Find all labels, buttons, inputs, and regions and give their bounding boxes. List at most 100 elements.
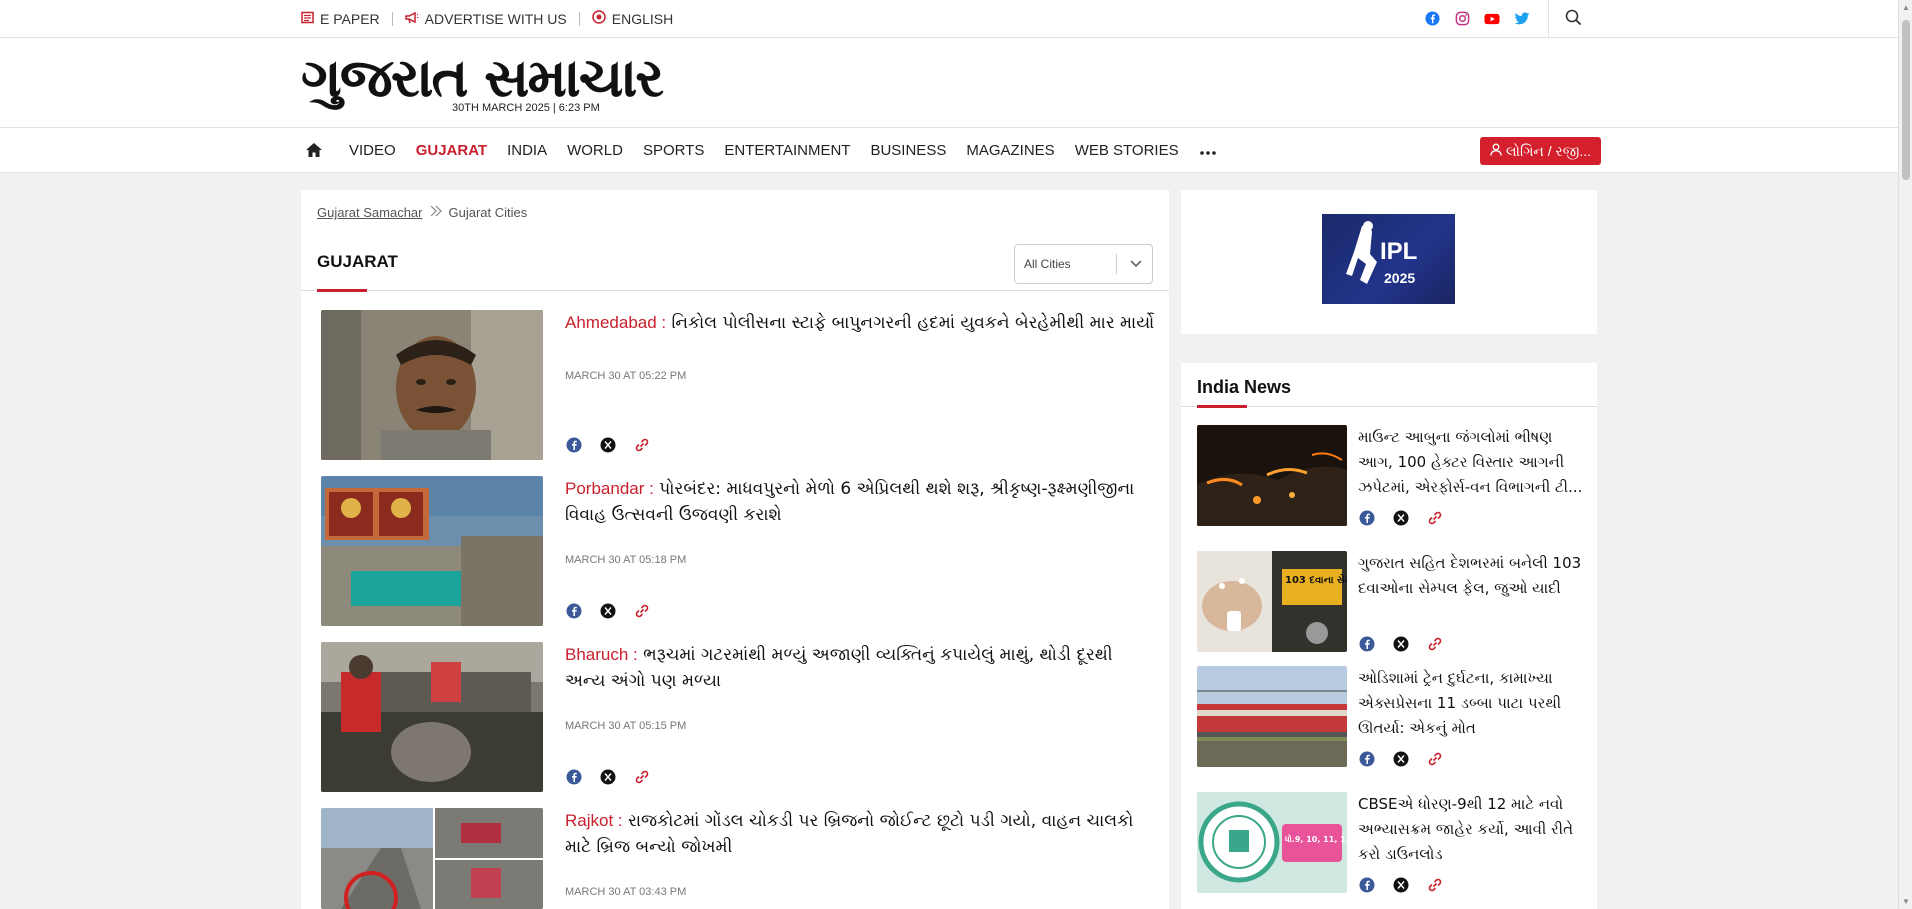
side-news-thumbnail[interactable] [1197, 666, 1347, 767]
ipl-logo[interactable]: IPL 2025 [1322, 214, 1455, 304]
link-share-icon[interactable] [1426, 509, 1444, 527]
link-share-icon[interactable] [1426, 876, 1444, 894]
epaper-label: E PAPER [320, 10, 380, 27]
facebook-icon[interactable] [1424, 11, 1440, 27]
scroll-up-arrow-icon[interactable]: ▲ [1902, 3, 1910, 12]
twitter-icon[interactable] [1514, 11, 1530, 27]
x-share-icon[interactable] [599, 436, 617, 454]
scrollbar-thumb[interactable] [1902, 20, 1910, 180]
advertise-label: ADVERTISE WITH US [424, 10, 567, 27]
ipl-text: IPL [1380, 238, 1418, 265]
share-bar [1358, 509, 1444, 527]
article-thumbnail[interactable] [321, 476, 543, 626]
chevron-down-icon [1129, 255, 1143, 276]
site-header: ગુજરાત સમાચાર 30TH MARCH 2025 | 6:23 PM [0, 38, 1898, 128]
user-icon [1490, 143, 1502, 159]
side-news-item: માઉન્ટ આબુના જંગલોમાં ભીષણ આગ, 100 હેક્ટ… [1197, 425, 1582, 526]
more-menu-icon[interactable] [1199, 140, 1217, 161]
x-share-icon[interactable] [1392, 750, 1410, 768]
article-city: Ahmedabad : [565, 313, 667, 332]
facebook-share-icon[interactable] [565, 768, 583, 786]
home-icon[interactable] [305, 142, 323, 158]
article-title[interactable]: Ahmedabad : નિકોલ પોલીસના સ્ટાફે બાપુનગર… [565, 310, 1155, 336]
article-thumbnail[interactable] [321, 642, 543, 792]
nav-item-magazines[interactable]: MAGAZINES [966, 142, 1054, 159]
side-news-title[interactable]: ઓડિશામાં ટ્રેન દુર્ઘટના, કામાખ્યા એક્સપ્… [1358, 666, 1588, 741]
divider [578, 11, 580, 26]
divider [301, 290, 1169, 291]
search-icon[interactable] [1565, 9, 1582, 31]
main-nav: VIDEO GUJARAT INDIA WORLD SPORTS ENTERTA… [0, 128, 1898, 173]
link-share-icon[interactable] [1426, 635, 1444, 653]
x-share-icon[interactable] [599, 602, 617, 620]
article-city: Rajkot : [565, 811, 623, 830]
facebook-share-icon[interactable] [1358, 509, 1376, 527]
side-news-thumbnail[interactable]: 103 દવાના સેમ્પલ ફેલ [1197, 551, 1347, 652]
article-headline: રાજકોટમાં ગોંડલ ચોકડી પર બ્રિજનો જોઈન્ટ … [565, 811, 1134, 857]
x-share-icon[interactable] [1392, 876, 1410, 894]
advertise-link[interactable]: ADVERTISE WITH US [404, 10, 567, 27]
share-bar [565, 602, 651, 620]
side-news-title[interactable]: ગુજરાત સહિત દેશભરમાં બનેલી 103 દવાઓના સે… [1358, 551, 1588, 601]
article-thumbnail[interactable] [321, 808, 543, 909]
megaphone-icon [404, 11, 419, 27]
nav-item-gujarat[interactable]: GUJARAT [416, 142, 487, 159]
page-scrollbar[interactable]: ▲ ▼ [1898, 0, 1912, 909]
article-title[interactable]: Porbandar : પોરબંદર: માધવપુરનો મેળો 6 એપ… [565, 476, 1155, 528]
nav-item-business[interactable]: BUSINESS [870, 142, 946, 159]
english-label: ENGLISH [611, 10, 674, 27]
breadcrumb: Gujarat Samachar Gujarat Cities [317, 205, 527, 220]
link-share-icon[interactable] [633, 436, 651, 454]
nav-item-web-stories[interactable]: WEB STORIES [1075, 142, 1179, 159]
link-share-icon[interactable] [633, 602, 651, 620]
x-share-icon[interactable] [599, 768, 617, 786]
side-news-thumbnail[interactable] [1197, 425, 1347, 526]
nav-item-india[interactable]: INDIA [507, 142, 547, 159]
instagram-icon[interactable] [1454, 11, 1470, 27]
facebook-share-icon[interactable] [1358, 876, 1376, 894]
youtube-icon[interactable] [1484, 11, 1500, 27]
side-news-thumbnail[interactable]: ધો.9, 10, 11, 12 માટે નવો અભ્યાસક્રમ જાહ… [1197, 792, 1347, 893]
article-title[interactable]: Rajkot : રાજકોટમાં ગોંડલ ચોકડી પર બ્રિજન… [565, 808, 1155, 860]
article-headline: ભરૂચમાં ગટરમાંથી મળ્યું અજાણી વ્યક્તિનું… [565, 645, 1113, 691]
nav-item-world[interactable]: WORLD [567, 142, 623, 159]
india-news-title[interactable]: India News [1197, 377, 1291, 398]
x-share-icon[interactable] [1392, 635, 1410, 653]
dateline: 30TH MARCH 2025 | 6:23 PM [452, 102, 600, 114]
side-news-title[interactable]: માઉન્ટ આબુના જંગલોમાં ભીષણ આગ, 100 હેક્ટ… [1358, 425, 1588, 500]
facebook-share-icon[interactable] [1358, 635, 1376, 653]
title-underline [317, 289, 367, 292]
side-news-item: 103 દવાના સેમ્પલ ફેલ ગુજરાત સહિત દેશભરમા… [1197, 551, 1582, 652]
nav-item-entertainment[interactable]: ENTERTAINMENT [724, 142, 850, 159]
title-underline [1197, 405, 1247, 408]
nav-item-video[interactable]: VIDEO [349, 142, 396, 159]
article-item: Bharuch : ભરૂચમાં ગટરમાંથી મળ્યું અજાણી … [321, 642, 1153, 794]
ipl-banner-box: IPL 2025 [1181, 190, 1597, 334]
article-date: MARCH 30 AT 03:43 PM [565, 886, 687, 898]
share-bar [1358, 750, 1444, 768]
share-bar [1358, 635, 1444, 653]
article-date: MARCH 30 AT 05:18 PM [565, 554, 687, 566]
english-link[interactable]: ENGLISH [592, 10, 673, 27]
epaper-link[interactable]: E PAPER [301, 11, 380, 27]
city-select-value: All Cities [1024, 257, 1071, 271]
article-title[interactable]: Bharuch : ભરૂચમાં ગટરમાંથી મળ્યું અજાણી … [565, 642, 1155, 694]
article-headline: નિકોલ પોલીસના સ્ટાફે બાપુનગરની હદમાં યુવ… [671, 313, 1155, 333]
city-select[interactable]: All Cities [1014, 244, 1153, 284]
link-share-icon[interactable] [1426, 750, 1444, 768]
link-share-icon[interactable] [633, 768, 651, 786]
article-thumbnail[interactable] [321, 310, 543, 460]
scroll-down-arrow-icon[interactable]: ▼ [1902, 897, 1910, 906]
share-bar [565, 768, 651, 786]
nav-item-sports[interactable]: SPORTS [643, 142, 704, 159]
x-share-icon[interactable] [1392, 509, 1410, 527]
breadcrumb-home[interactable]: Gujarat Samachar [317, 205, 423, 220]
facebook-share-icon[interactable] [565, 436, 583, 454]
facebook-share-icon[interactable] [565, 602, 583, 620]
side-news-title[interactable]: CBSEએ ધોરણ-9થી 12 માટે નવો અભ્યાસક્રમ જા… [1358, 792, 1588, 867]
facebook-share-icon[interactable] [1358, 750, 1376, 768]
login-label: લોગિન / રજી... [1505, 142, 1592, 159]
login-button[interactable]: લોગિન / રજી... [1480, 137, 1601, 165]
share-bar [1358, 876, 1444, 894]
site-logo[interactable]: ગુજરાત સમાચાર [301, 50, 664, 107]
